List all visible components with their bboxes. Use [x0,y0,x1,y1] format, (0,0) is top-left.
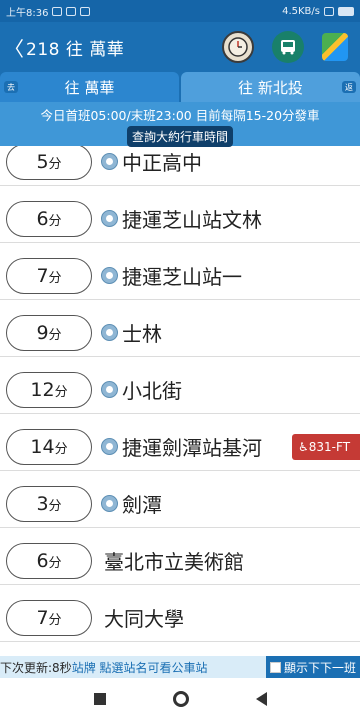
eta-pill: 7分 [6,257,92,294]
accessible-icon [101,324,118,341]
bus-plate: 831-FT [308,439,351,454]
recents-icon[interactable] [93,693,106,705]
accessible-icon [101,267,118,284]
eta-pill: 5分 [6,146,92,180]
update-countdown: 下次更新:8秒 [0,660,72,675]
battery-icon [338,6,354,16]
eta-unit: 分 [48,612,62,628]
clock-icon[interactable] [222,31,254,63]
map-icon[interactable] [322,33,348,61]
stop-name: 捷運劍潭站基河 [122,436,262,460]
notification-icon [52,6,63,16]
bottom-bar: 下次更新:8秒 站牌 點選站名可看公車站 顯示下下一班 [0,656,360,678]
eta-value: 6 [36,549,49,572]
eta-value: 3 [36,492,49,515]
stop-row[interactable]: 7分 捷運芝山站一 [0,252,360,300]
tab-outbound-badge: 去 [4,81,18,93]
stop-row[interactable]: 14 分 捷運劍潭站基河 ♿ 831-FT [0,423,360,471]
accessible-icon [101,381,118,398]
stop-row[interactable]: 6分 臺北市立美術館 [0,537,360,585]
eta-pill: 6分 [6,200,92,237]
stop-row[interactable]: 3分 劍潭 [0,480,360,528]
stop-name: 捷運芝山站一 [122,265,242,289]
hint-marquee: 站牌 點選站名可看公車站 [71,660,208,675]
tab-return-label: 往 新北投 [238,78,303,97]
network-speed: 4.5KB/s [282,5,320,17]
eta-unit: 分 [54,384,68,400]
eta-pill: 9分 [6,314,92,351]
bus-plate-badge[interactable]: ♿ 831-FT [292,433,360,460]
stop-name: 小北街 [122,379,182,403]
eta-unit: 分 [48,213,62,229]
eta-value: 5 [36,150,49,173]
stop-row[interactable]: 7分 大同大學 [0,594,360,642]
notification-icon [80,6,91,16]
stop-list: 5分 中正高中 6分 捷運芝山站文林 7分 捷運芝山站一 9分 士林 12 分 小… [0,146,360,656]
app-bar: 〈 218 往 萬華 [0,22,360,72]
accessible-icon [101,210,118,227]
eta-value: 7 [36,606,49,629]
stop-name: 捷運芝山站文林 [122,208,262,232]
eta-unit: 分 [48,555,62,571]
eta-pill: 12 分 [6,371,92,408]
tab-return-badge: 返 [342,81,356,93]
eta-pill: 3分 [6,485,92,522]
route-title: 218 往 萬華 [26,39,125,60]
eta-value: 6 [36,207,49,230]
stop-row[interactable]: 12 分 小北街 [0,366,360,414]
eta-value: 12 [30,378,55,401]
stop-row[interactable]: 9分 士林 [0,309,360,357]
notification-icon [66,6,77,16]
accessible-icon [101,153,118,170]
accessible-icon [101,495,118,512]
system-nav-bar [0,678,360,720]
back-icon[interactable] [255,692,267,706]
wifi-icon [324,6,334,16]
back-button[interactable]: 〈 [0,33,26,62]
eta-value: 9 [36,321,49,344]
stop-name: 臺北市立美術館 [104,550,244,574]
tab-outbound[interactable]: 去 往 萬華 [0,72,179,102]
home-icon[interactable] [172,691,189,707]
eta-value: 14 [30,435,55,458]
stop-row[interactable]: 5分 中正高中 [0,146,360,186]
stop-name: 中正高中 [122,151,202,175]
status-bar: 上午8:36 4.5KB/s [0,0,360,22]
stop-name: 劍潭 [122,493,162,517]
eta-unit: 分 [48,327,62,343]
status-time: 上午8:36 [6,7,49,19]
eta-unit: 分 [48,270,62,286]
eta-pill: 14 分 [6,428,92,465]
show-next-next-toggle[interactable]: 顯示下下一班 [265,656,360,678]
eta-unit: 分 [48,156,62,172]
schedule-text: 今日首班05:00/末班23:00 目前每隔15-20分發車 [40,108,320,123]
stop-name: 士林 [122,322,162,346]
eta-unit: 分 [48,498,62,514]
tab-outbound-label: 往 萬華 [64,78,115,97]
eta-unit: 分 [54,441,68,457]
schedule-info: 今日首班05:00/末班23:00 目前每隔15-20分發車 查詢大約行車時間 [0,102,360,147]
tab-return[interactable]: 往 新北投 返 [181,72,360,102]
direction-tabs: 去 往 萬華 往 新北投 返 [0,72,360,102]
accessible-icon [101,438,118,455]
stop-name: 大同大學 [104,607,184,631]
timetable-button[interactable]: 查詢大約行車時間 [126,126,233,147]
eta-pill: 6分 [6,542,92,579]
stop-row[interactable]: 6分 捷運芝山站文林 [0,195,360,243]
eta-pill: 7分 [6,599,92,636]
checkbox-label: 顯示下下一班 [283,660,356,675]
bus-icon[interactable] [272,31,304,63]
checkbox[interactable] [269,661,281,673]
eta-value: 7 [36,264,49,287]
